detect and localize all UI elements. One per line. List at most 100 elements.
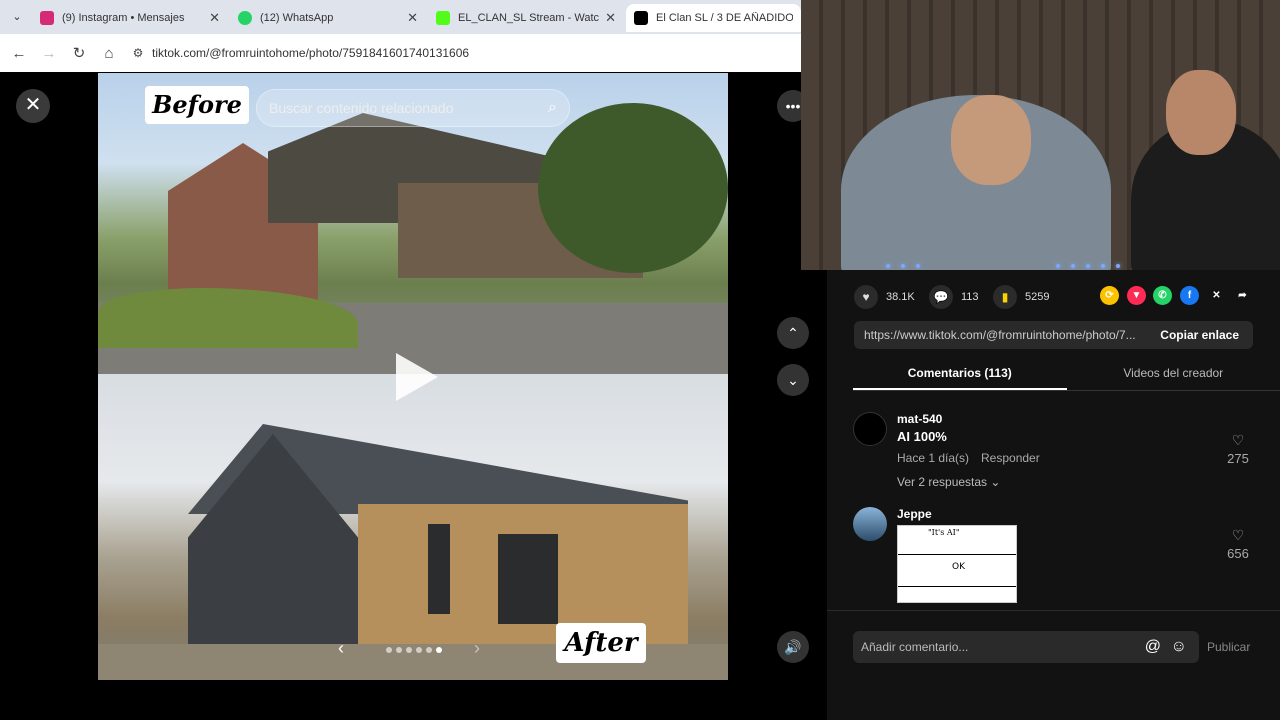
carousel-dots	[386, 647, 442, 653]
led-light	[916, 264, 920, 268]
webcam-overlay	[801, 0, 1280, 270]
instagram-icon	[40, 11, 54, 25]
comment-input[interactable]: Añadir comentario... @ ☺	[853, 631, 1199, 663]
grass	[98, 288, 358, 348]
next-post-icon[interactable]: ⌄	[777, 364, 809, 396]
comment-icon: 💬	[929, 285, 953, 309]
whatsapp-share-icon[interactable]: ✆	[1153, 286, 1172, 305]
mention-icon[interactable]: @	[1145, 631, 1161, 663]
comment-meme-image[interactable]: "It's AI" OK	[897, 525, 1017, 603]
tab-title: El Clan SL / 3 DE AÑADIDO (@	[656, 12, 793, 24]
send-icon[interactable]: ▼	[1127, 286, 1146, 305]
led-light	[886, 264, 890, 268]
search-placeholder: Buscar contenido relacionado	[269, 100, 454, 116]
tab-whatsapp[interactable]: (12) WhatsApp ✕	[230, 4, 426, 32]
carousel-dot[interactable]	[406, 647, 412, 653]
tab-instagram[interactable]: (9) Instagram • Mensajes ✕	[32, 4, 228, 32]
carousel-dot[interactable]	[386, 647, 392, 653]
tab-tiktok[interactable]: El Clan SL / 3 DE AÑADIDO (@	[626, 4, 801, 32]
comment-like-count: 275	[1227, 451, 1249, 466]
led-light	[1056, 264, 1060, 268]
tab-comments[interactable]: Comentarios (113)	[853, 365, 1067, 390]
comment-stat[interactable]: 💬 113	[929, 285, 979, 309]
close-tab-icon[interactable]: ✕	[407, 10, 418, 26]
meme-divider	[898, 554, 1016, 555]
carousel-dot-active[interactable]	[436, 647, 442, 653]
back-icon[interactable]: ←	[4, 45, 34, 62]
reply-button[interactable]: Responder	[981, 451, 1040, 465]
streamer-left-face	[951, 95, 1031, 185]
close-tab-icon[interactable]: ✕	[209, 10, 220, 26]
whatsapp-icon	[238, 11, 252, 25]
house-door	[498, 534, 558, 624]
meme-divider	[898, 586, 1016, 587]
comment-count: 113	[961, 291, 979, 303]
comment-item: Jeppe "It's AI" OK ♡ 656	[853, 507, 1253, 607]
previous-image-icon[interactable]: ‹	[338, 638, 344, 659]
copy-link-button[interactable]: Copiar enlace	[1160, 321, 1239, 349]
heart-outline-icon: ♡	[1231, 432, 1245, 448]
reload-icon[interactable]: ↻	[64, 44, 94, 62]
comment-time: Hace 1 día(s)	[897, 451, 970, 465]
x-share-icon[interactable]: ✕	[1207, 286, 1226, 305]
like-stat[interactable]: ♥ 38.1K	[854, 285, 915, 309]
publish-button[interactable]: Publicar	[1207, 631, 1250, 663]
volume-icon[interactable]: 🔊	[777, 631, 809, 663]
tab-title: (9) Instagram • Mensajes	[62, 12, 185, 24]
address-bar: ← → ↻ ⌂ ⚙ tiktok.com/@fromruintohome/pho…	[0, 34, 801, 72]
avatar[interactable]	[853, 507, 887, 541]
close-tab-icon[interactable]: ✕	[605, 10, 616, 26]
heart-icon: ♥	[854, 285, 878, 309]
trees	[538, 103, 728, 273]
avatar[interactable]	[853, 412, 887, 446]
heart-outline-icon: ♡	[1231, 527, 1245, 543]
chevron-down-icon: ⌄	[990, 475, 1001, 489]
comment-placeholder: Añadir comentario...	[861, 640, 969, 654]
comment-like[interactable]: ♡ 275	[1223, 432, 1253, 466]
site-info-icon[interactable]: ⚙	[128, 46, 148, 60]
tab-search-dropdown-icon[interactable]: ⌄	[8, 8, 26, 26]
save-count: 5259	[1025, 291, 1050, 303]
comments-panel: ♥ 38.1K 💬 113 ▮ 5259 ⟳ ▼ ✆ f ✕ ➦ https:/…	[827, 270, 1280, 720]
like-count: 38.1K	[886, 291, 915, 303]
share-link-text[interactable]: https://www.tiktok.com/@fromruintohome/p…	[864, 321, 1146, 349]
streamer-right-face	[1166, 70, 1236, 155]
related-search-input[interactable]: Buscar contenido relacionado ⌕	[256, 89, 570, 127]
carousel-dot[interactable]	[416, 647, 422, 653]
share-link-row: https://www.tiktok.com/@fromruintohome/p…	[854, 321, 1253, 349]
facebook-share-icon[interactable]: f	[1180, 286, 1199, 305]
kick-icon	[436, 11, 450, 25]
play-icon[interactable]	[396, 353, 438, 401]
comment-like[interactable]: ♡ 656	[1223, 527, 1253, 561]
comment-text: AI 100%	[897, 429, 947, 444]
house-window	[428, 524, 450, 614]
comment-composer: Añadir comentario... @ ☺ Publicar	[827, 610, 1280, 720]
photo-carousel[interactable]: Before Buscar contenido relacionado ⌕ Af…	[98, 73, 728, 680]
comment-item: mat-540 AI 100% Hace 1 día(s) Responder …	[853, 412, 1253, 492]
share-arrow-icon[interactable]: ➦	[1233, 286, 1252, 305]
led-light	[1101, 264, 1105, 268]
previous-post-icon[interactable]: ⌃	[777, 317, 809, 349]
meme-caption-mid: OK	[952, 562, 965, 572]
next-image-icon[interactable]: ›	[474, 638, 480, 659]
carousel-dot[interactable]	[396, 647, 402, 653]
repost-icon[interactable]: ⟳	[1100, 286, 1119, 305]
comment-tabs: Comentarios (113) Videos del creador	[853, 365, 1280, 391]
forward-icon[interactable]: →	[34, 45, 64, 62]
close-icon[interactable]: ✕	[16, 89, 50, 123]
emoji-icon[interactable]: ☺	[1171, 631, 1187, 663]
comment-username[interactable]: mat-540	[897, 412, 942, 426]
led-light	[1071, 264, 1075, 268]
carousel-dot[interactable]	[426, 647, 432, 653]
comment-username[interactable]: Jeppe	[897, 507, 932, 521]
after-label: After	[556, 623, 646, 663]
bookmark-icon: ▮	[993, 285, 1017, 309]
url-field[interactable]: tiktok.com/@fromruintohome/photo/7591841…	[152, 46, 469, 60]
tiktok-icon	[634, 11, 648, 25]
save-stat[interactable]: ▮ 5259	[993, 285, 1049, 309]
tab-kick-stream[interactable]: EL_CLAN_SL Stream - Watch Liv ✕	[428, 4, 624, 32]
view-replies-button[interactable]: Ver 2 respuestas ⌄	[897, 475, 1000, 489]
search-icon[interactable]: ⌕	[548, 90, 557, 126]
home-icon[interactable]: ⌂	[94, 45, 124, 62]
tab-creator-videos[interactable]: Videos del creador	[1067, 365, 1280, 390]
